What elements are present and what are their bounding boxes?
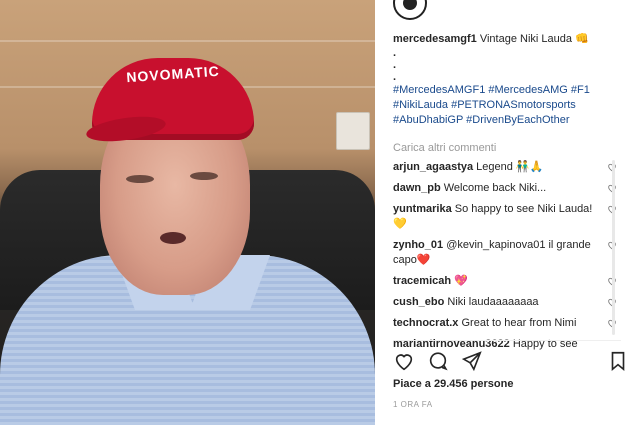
like-count[interactable]: Piace a 29.456 persone [393, 378, 513, 390]
comment-item: zynho_01 @kevin_kapinova01 il grande cap… [393, 238, 621, 268]
comment-username[interactable]: technocrat.x [393, 317, 458, 329]
comment-item: yuntmarika So happy to see Niki Lauda!💛 [393, 202, 621, 232]
comment-item: tracemicah 💖 [393, 274, 621, 289]
share-icon[interactable] [461, 350, 483, 372]
eye [126, 175, 154, 183]
comment-text: Legend 👬🙏 [476, 161, 544, 173]
comment-username[interactable]: yuntmarika [393, 203, 452, 215]
caption-text: Vintage Niki Lauda 👊 [479, 33, 589, 45]
heart-icon[interactable] [393, 350, 415, 372]
caption-dot: . [393, 47, 397, 59]
comments-scrollbar[interactable] [612, 160, 615, 335]
caption-hashtags[interactable]: #MercedesAMGF1 #MercedesAMG #F1 #NikiLau… [393, 84, 590, 126]
comment-item: cush_ebo Niki laudaaaaaaaa [393, 295, 621, 310]
post-image[interactable]: NOVOMATIC [0, 0, 375, 425]
comment-icon[interactable] [427, 350, 449, 372]
comment-text: Welcome back Niki... [443, 182, 547, 194]
load-more-comments[interactable]: Carica altri commenti [393, 142, 496, 154]
comment-text: Great to hear from Nimi [461, 317, 577, 329]
comment-text: 💖 [454, 275, 468, 287]
comment-item: dawn_pb Welcome back Niki... [393, 181, 621, 196]
comment-username[interactable]: cush_ebo [393, 296, 444, 308]
divider [393, 340, 621, 341]
wall-line [0, 40, 375, 42]
caption-dot: . [393, 59, 397, 71]
comment-item: arjun_agaastya Legend 👬🙏 [393, 160, 621, 175]
comment-username[interactable]: tracemicah [393, 275, 451, 287]
post-caption: mercedesamgf1 Vintage Niki Lauda 👊 . . .… [393, 32, 621, 128]
bookmark-icon[interactable] [607, 350, 626, 372]
caption-dot: . [393, 71, 397, 83]
comment-username[interactable]: dawn_pb [393, 182, 441, 194]
caption-username[interactable]: mercedesamgf1 [393, 33, 477, 45]
comment-item: technocrat.x Great to hear from Nimi [393, 316, 621, 331]
mouth [160, 232, 186, 244]
comment-text: Niki laudaaaaaaaa [447, 296, 539, 308]
post-timestamp: 1 ORA FA [393, 400, 433, 409]
comment-username[interactable]: arjun_agaastya [393, 161, 473, 173]
light-switch [336, 112, 370, 150]
profile-avatar[interactable] [393, 0, 427, 20]
comment-list: arjun_agaastya Legend 👬🙏 dawn_pb Welcome… [393, 160, 621, 358]
comment-username[interactable]: zynho_01 [393, 239, 443, 251]
eye [190, 172, 218, 180]
post-actions [393, 350, 625, 374]
post-sidebar: mercedesamgf1 Vintage Niki Lauda 👊 . . .… [375, 0, 626, 425]
